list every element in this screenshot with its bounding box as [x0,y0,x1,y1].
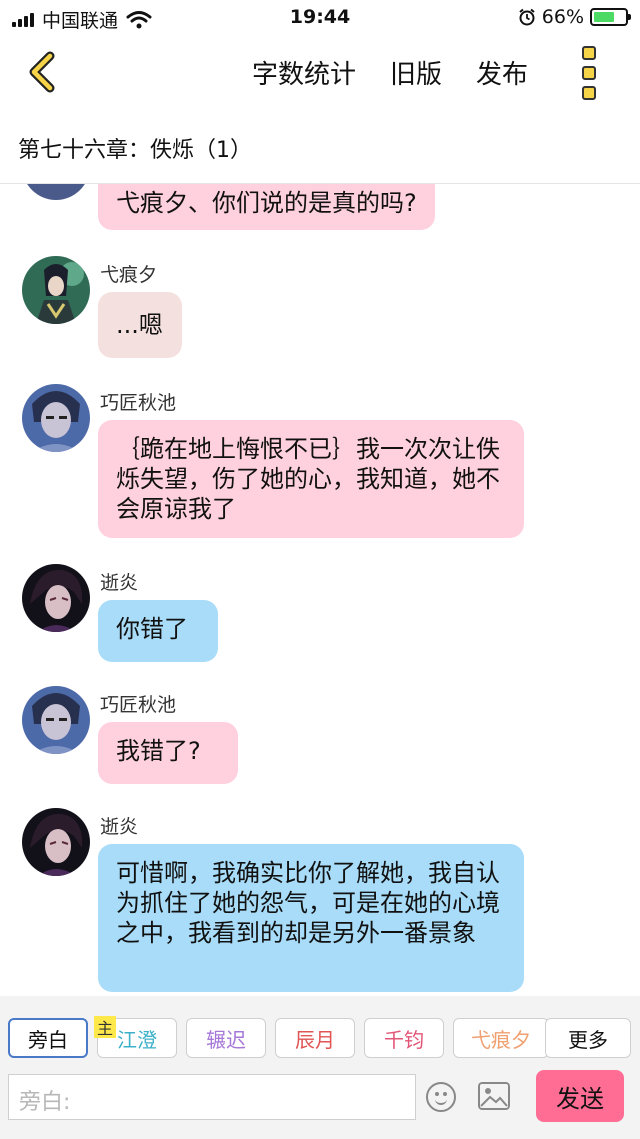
send-button[interactable]: 发送 [536,1070,624,1122]
back-arrow-icon[interactable] [20,48,68,96]
role-chip[interactable]: 辗迟 [186,1018,266,1058]
avatar[interactable] [22,808,90,876]
status-right: 66% [518,6,631,28]
sender-name: 逝炎 [100,816,139,838]
message-bubble: 我错了? [98,722,238,784]
more-menu-icon[interactable] [578,46,600,100]
sender-name: 弋痕夕 [100,264,158,286]
composer: 旁白 江澄 辗迟 辰月 千钧 弋痕夕 更多 主 旁白: 发送 [0,996,640,1139]
image-icon[interactable] [478,1082,510,1110]
emoji-icon[interactable] [426,1082,456,1112]
battery-icon [590,8,631,26]
message-bubble: 弋痕夕、你们说的是真的吗? [98,184,435,230]
top-nav: 字数统计 旧版 发布 [0,36,640,108]
role-chip[interactable]: 千钧 [364,1018,444,1058]
avatar[interactable] [22,686,90,754]
message-bubble: ...嗯 [98,292,182,358]
nav-actions: 字数统计 旧版 发布 [252,54,528,91]
chapter-title: 第七十六章：佚烁（1） [18,138,252,163]
status-bar: 中国联通 19:44 66% [0,0,640,36]
avatar[interactable] [22,564,90,632]
battery-percent: 66% [541,6,584,28]
avatar[interactable] [22,384,90,452]
sender-name: 巧匠秋池 [100,392,177,414]
alarm-icon [519,8,535,26]
sender-name: 逝炎 [100,572,139,594]
message-bubble: 你错了 [98,600,218,662]
old-version-button[interactable]: 旧版 [390,54,442,91]
avatar[interactable] [22,184,90,200]
publish-button[interactable]: 发布 [476,54,528,91]
message-bubble: ｛跪在地上悔恨不已｝我一次次让佚烁失望，伤了她的心，我知道，她不会原谅我了 [98,420,524,538]
role-chip-narrator[interactable]: 旁白 [8,1018,88,1058]
avatar[interactable] [22,256,90,324]
chat-list[interactable]: 弋痕夕、你们说的是真的吗? 弋痕夕 ...嗯 巧匠秋池 ｛跪在地上悔恨不已｝我一… [0,184,640,996]
sender-name: 巧匠秋池 [100,694,177,716]
role-chip[interactable]: 弋痕夕 [453,1018,549,1058]
main-role-badge: 主 [94,1016,116,1038]
word-count-button[interactable]: 字数统计 [252,54,356,91]
message-bubble: 可惜啊，我确实比你了解她，我自认为抓住了她的怨气，可是在她的心境之中，我看到的却… [98,844,524,992]
message-input[interactable]: 旁白: [8,1074,416,1120]
role-chip[interactable]: 辰月 [275,1018,355,1058]
more-roles-button[interactable]: 更多 [545,1018,631,1058]
